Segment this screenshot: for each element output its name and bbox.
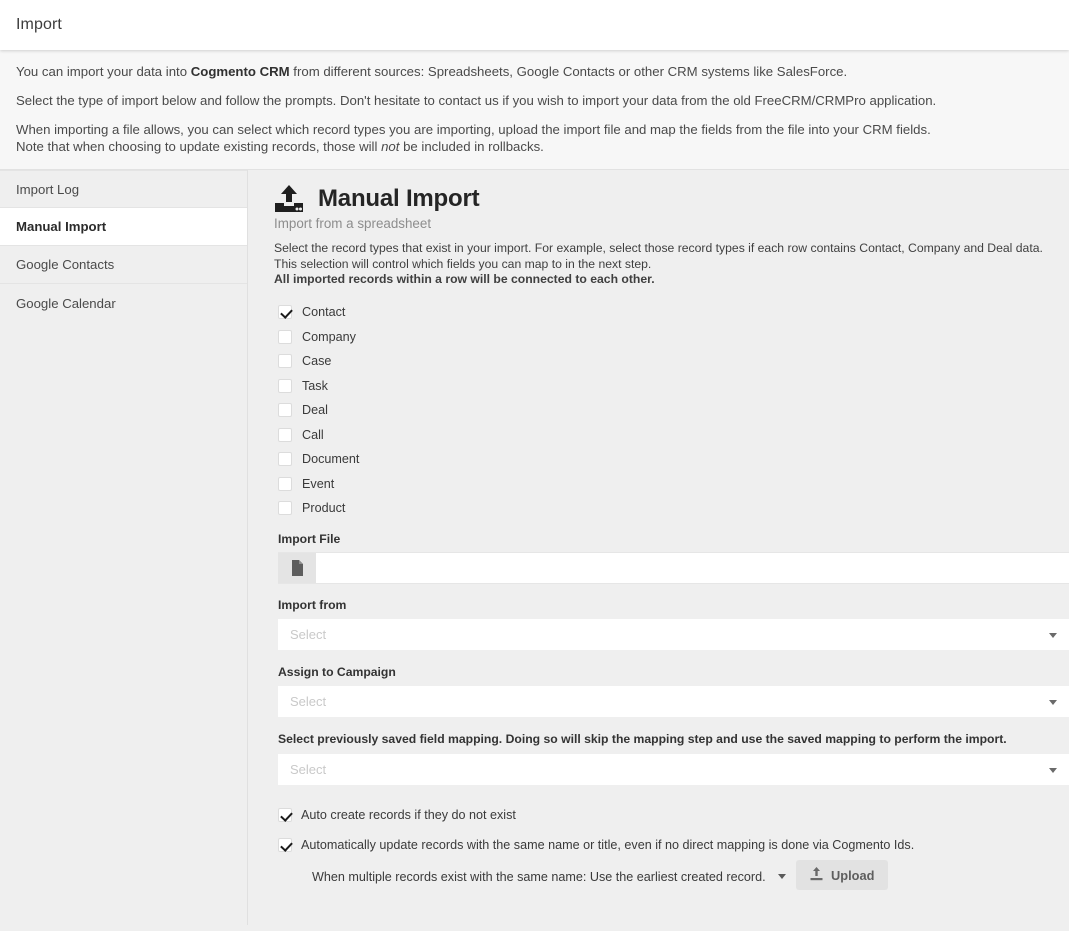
sidebar-item-import-log[interactable]: Import Log — [0, 170, 247, 208]
record-type-label: Product — [302, 501, 346, 516]
sidebar-item-google-contacts[interactable]: Google Contacts — [0, 246, 247, 284]
record-type-label: Company — [302, 329, 356, 344]
saved-mapping-label: Select previously saved field mapping. D… — [278, 732, 1007, 747]
checkbox-icon[interactable] — [278, 403, 292, 418]
intro-line-3a: When importing a file allows, you can se… — [16, 122, 931, 137]
sidebar-item-manual-import[interactable]: Manual Import — [0, 208, 247, 246]
auto-create-option[interactable]: Auto create records if they do not exist — [278, 800, 1069, 830]
checkbox-icon[interactable] — [278, 329, 292, 344]
import-file-row — [278, 552, 1069, 585]
brand-name: Cogmento CRM — [190, 64, 290, 79]
checkbox-icon[interactable] — [278, 501, 292, 516]
intro-description: You can import your data into Cogmento C… — [0, 50, 1069, 170]
intro-line-1: You can import your data into Cogmento C… — [16, 63, 1053, 80]
desc-line-3: All imported records within a row will b… — [274, 272, 655, 287]
chevron-down-icon — [1049, 632, 1057, 638]
saved-mapping-select[interactable]: Select — [278, 753, 1069, 787]
record-type-label: Deal — [302, 403, 328, 418]
chevron-down-icon — [1049, 699, 1057, 705]
import-from-placeholder: Select — [290, 627, 327, 643]
checkbox-icon[interactable] — [278, 808, 292, 823]
record-type-label: Document — [302, 452, 360, 467]
checkbox-icon[interactable] — [278, 354, 292, 369]
document-icon[interactable] — [278, 553, 316, 584]
assign-campaign-placeholder: Select — [290, 694, 327, 710]
record-type-case[interactable]: Case — [278, 349, 1069, 374]
record-type-contact[interactable]: Contact — [278, 300, 1069, 325]
intro-line-2: Select the type of import below and foll… — [16, 93, 937, 108]
record-type-company[interactable]: Company — [278, 324, 1069, 349]
manual-import-title: Manual Import — [318, 185, 480, 212]
record-type-product[interactable]: Product — [278, 496, 1069, 521]
record-type-label: Call — [302, 427, 324, 442]
intro-line-3b-emphasis: not — [381, 139, 400, 154]
record-type-document[interactable]: Document — [278, 447, 1069, 472]
page-header: Import — [0, 0, 1069, 50]
intro-line-3: When importing a file allows, you can se… — [16, 121, 1053, 155]
upload-icon — [272, 184, 306, 214]
record-type-list: Contact Company Case Task Deal Call Docu… — [278, 300, 1069, 521]
assign-campaign-select[interactable]: Select — [278, 685, 1069, 719]
auto-update-option[interactable]: Automatically update records with the sa… — [278, 830, 1069, 860]
manual-import-header: Manual Import — [272, 184, 1069, 214]
auto-update-label: Automatically update records with the sa… — [301, 838, 915, 853]
chevron-down-icon — [1049, 767, 1057, 773]
sidebar-item-label: Manual Import — [16, 219, 107, 234]
record-type-event[interactable]: Event — [278, 471, 1069, 496]
desc-line-2: This selection will control which fields… — [274, 256, 652, 271]
chevron-down-icon — [777, 874, 786, 880]
manual-import-panel: Manual Import Import from a spreadsheet … — [248, 170, 1069, 925]
import-from-label: Import from — [278, 598, 347, 613]
saved-mapping-placeholder: Select — [290, 762, 327, 778]
checkbox-icon[interactable] — [278, 838, 292, 853]
import-file-input[interactable] — [316, 553, 1069, 584]
sidebar-item-google-calendar[interactable]: Google Calendar — [0, 284, 247, 322]
record-type-call[interactable]: Call — [278, 422, 1069, 447]
checkbox-icon[interactable] — [278, 476, 292, 491]
import-file-label: Import File — [278, 532, 341, 547]
record-type-label: Case — [302, 354, 332, 369]
record-type-label: Contact — [302, 305, 346, 320]
desc-line-1: Select the record types that exist in yo… — [274, 241, 1043, 255]
record-type-label: Task — [302, 378, 328, 393]
manual-import-subtitle: Import from a spreadsheet — [274, 216, 432, 231]
sidebar-item-label: Import Log — [16, 181, 80, 197]
sidebar-item-label: Google Calendar — [16, 295, 116, 311]
sidebar-item-label: Google Contacts — [16, 257, 115, 272]
intro-line-3b-pre: Note that when choosing to update existi… — [16, 139, 382, 154]
page-title: Import — [16, 16, 62, 33]
checkbox-icon[interactable] — [278, 427, 292, 442]
auto-create-label: Auto create records if they do not exist — [301, 808, 516, 823]
sidebar: Import Log Manual Import Google Contacts… — [0, 170, 248, 925]
record-type-label: Event — [302, 476, 335, 491]
checkbox-icon[interactable] — [278, 378, 292, 393]
intro-line-1-pre: You can import your data into — [16, 64, 191, 79]
duplicate-rule-select[interactable]: When multiple records exist with the sam… — [312, 870, 786, 884]
record-type-description: Select the record types that exist in yo… — [274, 241, 1069, 288]
duplicate-rule-label: When multiple records exist with the sam… — [312, 869, 766, 884]
upload-button[interactable]: Upload — [796, 860, 889, 891]
record-type-deal[interactable]: Deal — [278, 398, 1069, 423]
intro-line-1-post: from different sources: Spreadsheets, Go… — [289, 64, 848, 79]
import-from-select[interactable]: Select — [278, 618, 1069, 652]
upload-icon — [810, 866, 823, 884]
upload-button-label: Upload — [831, 867, 875, 883]
checkbox-icon[interactable] — [278, 452, 292, 467]
record-type-task[interactable]: Task — [278, 373, 1069, 398]
intro-line-3b-post: be included in rollbacks. — [399, 139, 544, 154]
checkbox-icon[interactable] — [278, 305, 292, 320]
body-container: Import Log Manual Import Google Contacts… — [0, 170, 1069, 925]
assign-campaign-label: Assign to Campaign — [278, 665, 396, 680]
